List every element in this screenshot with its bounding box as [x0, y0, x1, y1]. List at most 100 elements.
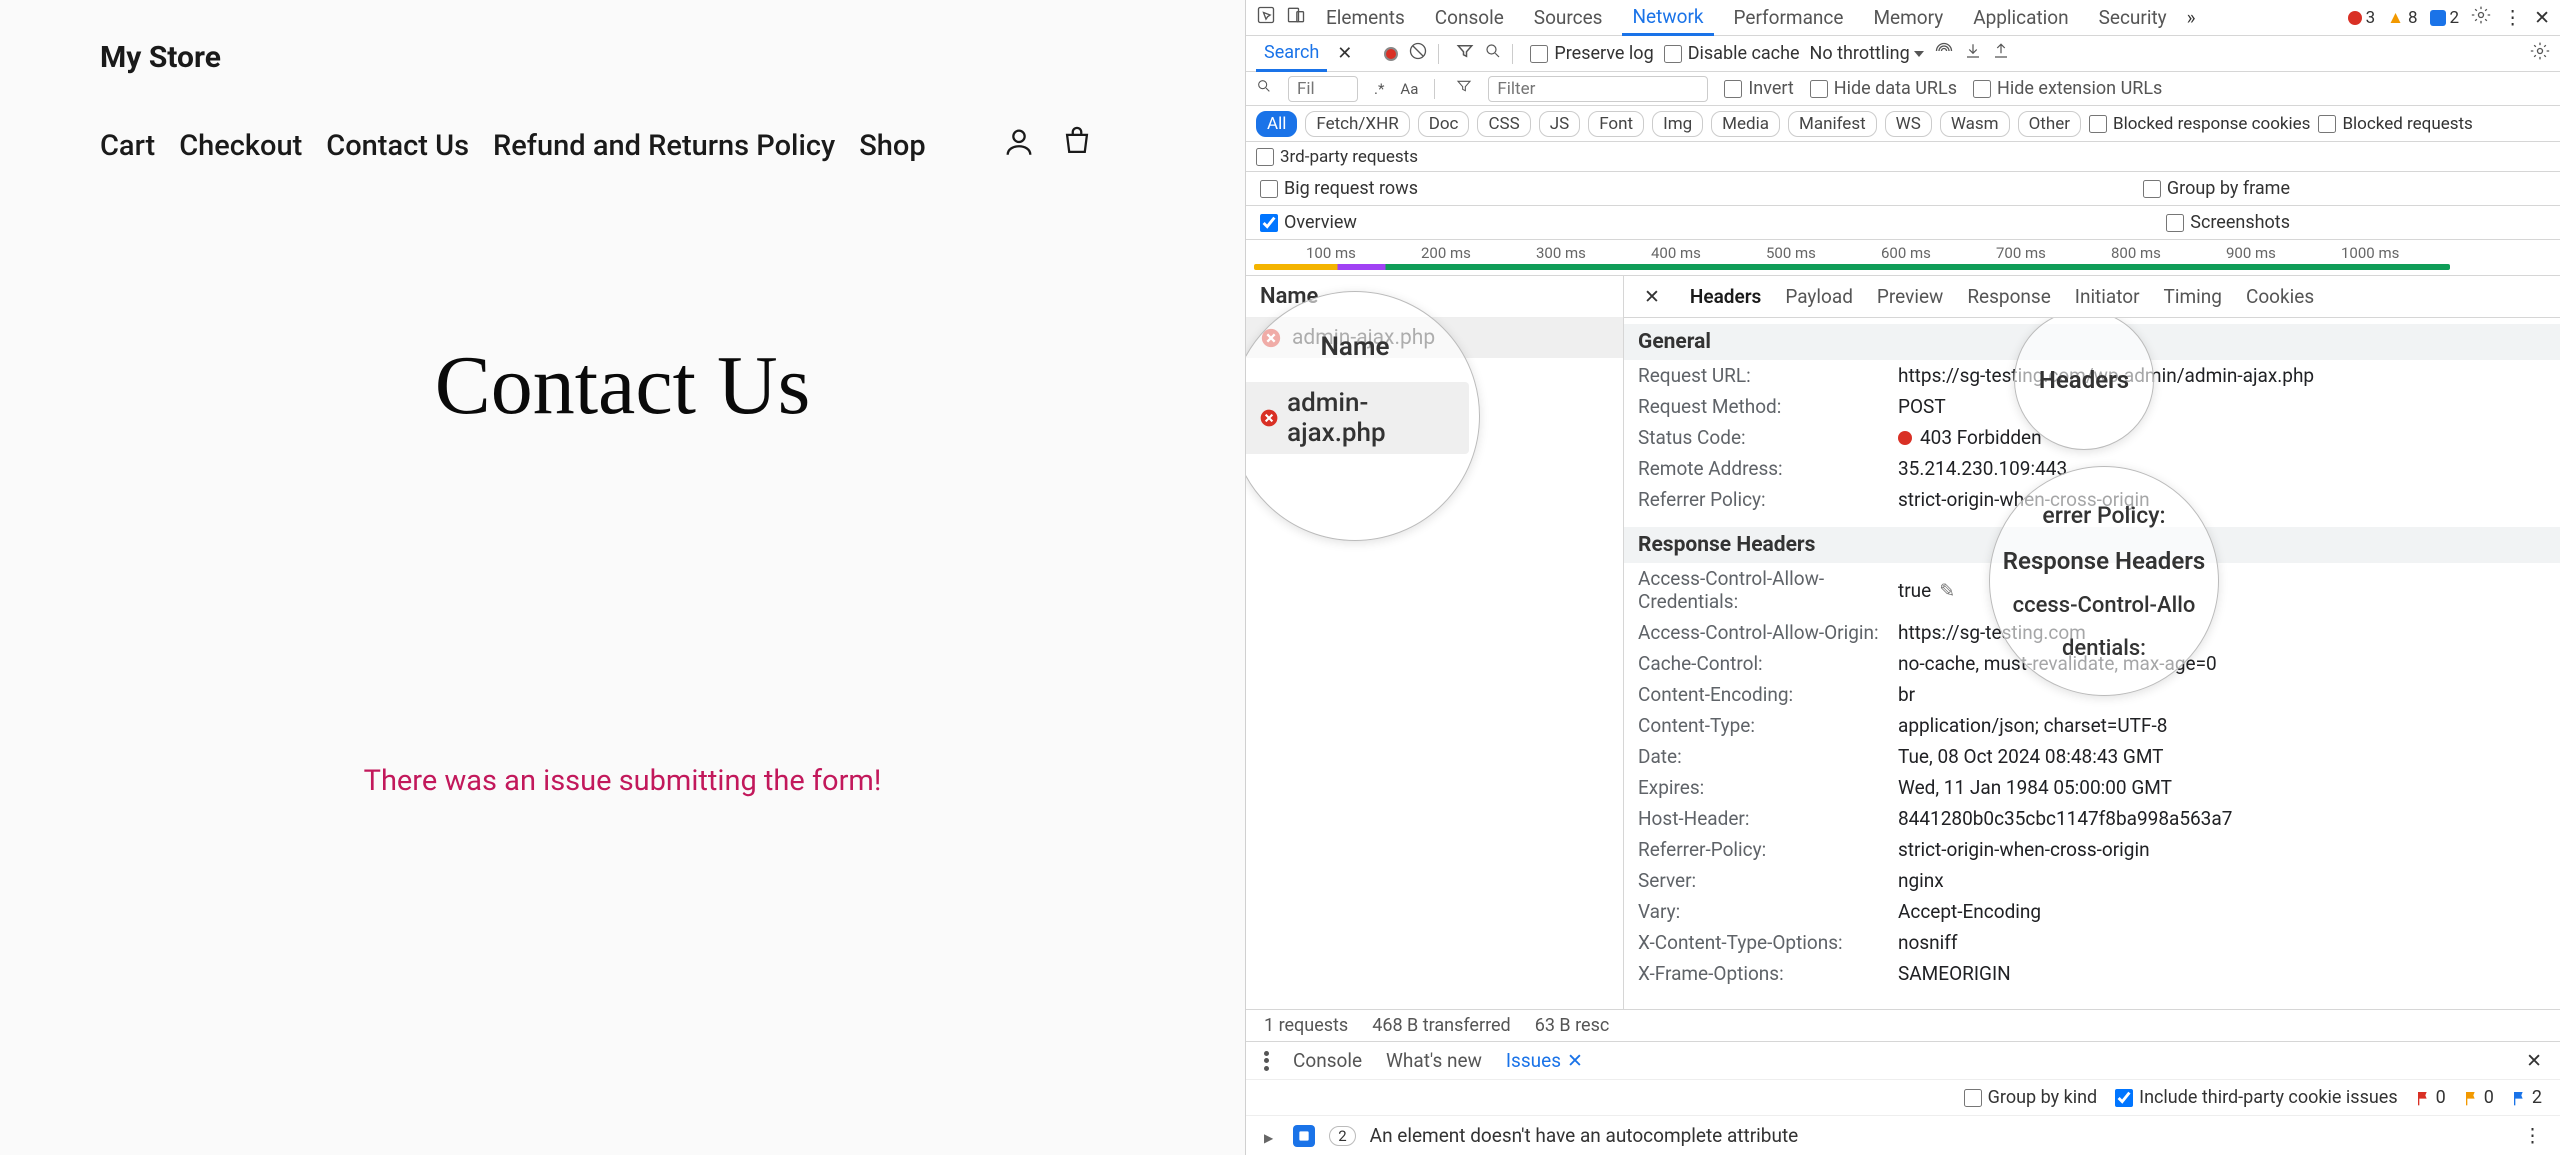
header-kv: Content-Encoding:br [1624, 679, 2560, 710]
kebab-icon[interactable]: ⋮ [2503, 6, 2522, 29]
chip-doc[interactable]: Doc [1418, 111, 1470, 137]
general-title[interactable]: General [1624, 324, 2560, 360]
drawer-whatsnew[interactable]: What's new [1386, 1049, 1482, 1072]
settings-icon[interactable] [2471, 5, 2491, 30]
drawer-kebab-icon[interactable] [1264, 1051, 1269, 1071]
header-kv: Date:Tue, 08 Oct 2024 08:48:43 GMT [1624, 741, 2560, 772]
tab-security[interactable]: Security [2089, 0, 2177, 35]
big-rows-checkbox[interactable]: Big request rows [1260, 178, 1418, 199]
dtab-headers[interactable]: Headers [1690, 285, 1761, 308]
hide-extension-urls-checkbox[interactable]: Hide extension URLs [1973, 78, 2162, 99]
chip-all[interactable]: All [1256, 111, 1297, 137]
chip-css[interactable]: CSS [1477, 111, 1530, 137]
third-party-checkbox[interactable]: 3rd-party requests [1256, 147, 1418, 167]
edit-icon[interactable]: ✎ [1939, 579, 1955, 602]
tab-memory[interactable]: Memory [1863, 0, 1953, 35]
dtab-cookies[interactable]: Cookies [2246, 285, 2314, 308]
dtab-response[interactable]: Response [1967, 285, 2050, 308]
issue-kebab-icon[interactable]: ⋮ [2523, 1124, 2542, 1147]
invert-checkbox[interactable]: Invert [1724, 78, 1793, 99]
tab-console[interactable]: Console [1425, 0, 1514, 35]
close-icon[interactable]: ✕ [1567, 1049, 1583, 1072]
issue-row[interactable]: 2 An element doesn't have an autocomplet… [1246, 1115, 2560, 1155]
search-small-icon[interactable] [1256, 78, 1272, 99]
response-headers-title[interactable]: Response Headers [1624, 527, 2560, 563]
tab-sources[interactable]: Sources [1524, 0, 1613, 35]
group-by-kind-checkbox[interactable]: Group by kind [1964, 1087, 2098, 1108]
network-settings-icon[interactable] [2530, 41, 2550, 66]
status-resources: 63 B resc [1535, 1015, 1610, 1036]
preserve-log-checkbox[interactable]: Preserve log [1530, 43, 1653, 64]
blocked-cookies-checkbox[interactable]: Blocked response cookies [2089, 114, 2310, 134]
drawer-console[interactable]: Console [1293, 1049, 1362, 1072]
cart-icon[interactable] [1060, 125, 1094, 167]
warning-count[interactable]: ▲8 [2387, 8, 2417, 28]
chip-js[interactable]: JS [1539, 111, 1580, 137]
error-count[interactable]: 3 [2348, 8, 2376, 28]
close-search-icon[interactable]: ✕ [1337, 43, 1352, 64]
response-headers-section: Response Headers Access-Control-Allow-Cr… [1624, 521, 2560, 995]
search-tab[interactable]: Search [1256, 37, 1327, 72]
request-row[interactable]: admin-ajax.php [1246, 318, 1623, 358]
overview-checkbox[interactable]: Overview [1260, 212, 1357, 233]
timeline-overview[interactable]: 100 ms 200 ms 300 ms 400 ms 500 ms 600 m… [1246, 240, 2560, 276]
account-icon[interactable] [1002, 125, 1036, 167]
hide-data-urls-checkbox[interactable]: Hide data URLs [1810, 78, 1957, 99]
name-column-header[interactable]: Name [1246, 276, 1623, 318]
drawer-issues[interactable]: Issues✕ [1506, 1049, 1583, 1072]
group-by-frame-checkbox[interactable]: Group by frame [2143, 178, 2290, 199]
chip-wasm[interactable]: Wasm [1940, 111, 2010, 137]
chip-media[interactable]: Media [1711, 111, 1780, 137]
chip-img[interactable]: Img [1652, 111, 1703, 137]
nav-cart[interactable]: Cart [100, 129, 155, 163]
export-icon[interactable] [1992, 42, 2010, 65]
device-icon[interactable] [1286, 5, 1306, 30]
screenshots-checkbox[interactable]: Screenshots [2166, 212, 2290, 233]
headers-body[interactable]: General Request URL:https://sg-testing.c… [1624, 318, 2560, 1009]
chip-fetch[interactable]: Fetch/XHR [1305, 111, 1409, 137]
inspect-icon[interactable] [1256, 5, 1276, 30]
expand-icon[interactable] [1264, 1124, 1279, 1147]
tabs-overflow-icon[interactable]: » [2187, 6, 2196, 29]
close-devtools-icon[interactable]: ✕ [2534, 6, 2550, 29]
clear-icon[interactable] [1408, 41, 1428, 66]
blocked-requests-checkbox[interactable]: Blocked requests [2318, 114, 2472, 134]
info-count[interactable]: 2 [2430, 8, 2460, 28]
dtab-timing[interactable]: Timing [2164, 285, 2222, 308]
network-conditions-icon[interactable] [1934, 41, 1954, 66]
nav-checkout[interactable]: Checkout [179, 129, 302, 163]
dtab-payload[interactable]: Payload [1785, 285, 1853, 308]
tab-elements[interactable]: Elements [1316, 0, 1415, 35]
filter-input[interactable] [1488, 76, 1708, 102]
regex-icon[interactable]: .* [1374, 80, 1384, 98]
tab-application[interactable]: Application [1963, 0, 2078, 35]
match-case-icon[interactable]: Aa [1400, 80, 1418, 98]
filter-icon[interactable] [1456, 42, 1474, 65]
record-button[interactable] [1384, 47, 1398, 61]
header-key: Cache-Control: [1638, 652, 1898, 675]
funnel-icon[interactable] [1456, 78, 1472, 99]
nav-contact[interactable]: Contact Us [326, 129, 469, 163]
nav-refund[interactable]: Refund and Returns Policy [493, 129, 835, 163]
filter-small-input[interactable] [1288, 76, 1358, 102]
tab-network[interactable]: Network [1622, 1, 1713, 36]
chip-manifest[interactable]: Manifest [1788, 111, 1877, 137]
disable-cache-checkbox[interactable]: Disable cache [1664, 43, 1800, 64]
dtab-initiator[interactable]: Initiator [2075, 285, 2140, 308]
search-icon[interactable] [1484, 42, 1502, 65]
import-icon[interactable] [1964, 42, 1982, 65]
header-key: X-Content-Type-Options: [1638, 931, 1898, 954]
request-type-chips: All Fetch/XHR Doc CSS JS Font Img Media … [1246, 106, 2560, 142]
throttling-select[interactable]: No throttling [1810, 43, 1924, 64]
close-detail-icon[interactable]: ✕ [1644, 285, 1660, 308]
header-value: https://sg-testing.com/wp-admin/admin-aj… [1898, 364, 2546, 387]
nav-shop[interactable]: Shop [859, 129, 925, 163]
status-transferred: 468 B transferred [1372, 1015, 1510, 1036]
dtab-preview[interactable]: Preview [1877, 285, 1943, 308]
chip-font[interactable]: Font [1588, 111, 1644, 137]
chip-other[interactable]: Other [2018, 111, 2081, 137]
chip-ws[interactable]: WS [1885, 111, 1932, 137]
tab-performance[interactable]: Performance [1724, 0, 1854, 35]
close-drawer-icon[interactable]: ✕ [2526, 1049, 2542, 1072]
include-3p-cookie-checkbox[interactable]: Include third-party cookie issues [2115, 1087, 2397, 1108]
